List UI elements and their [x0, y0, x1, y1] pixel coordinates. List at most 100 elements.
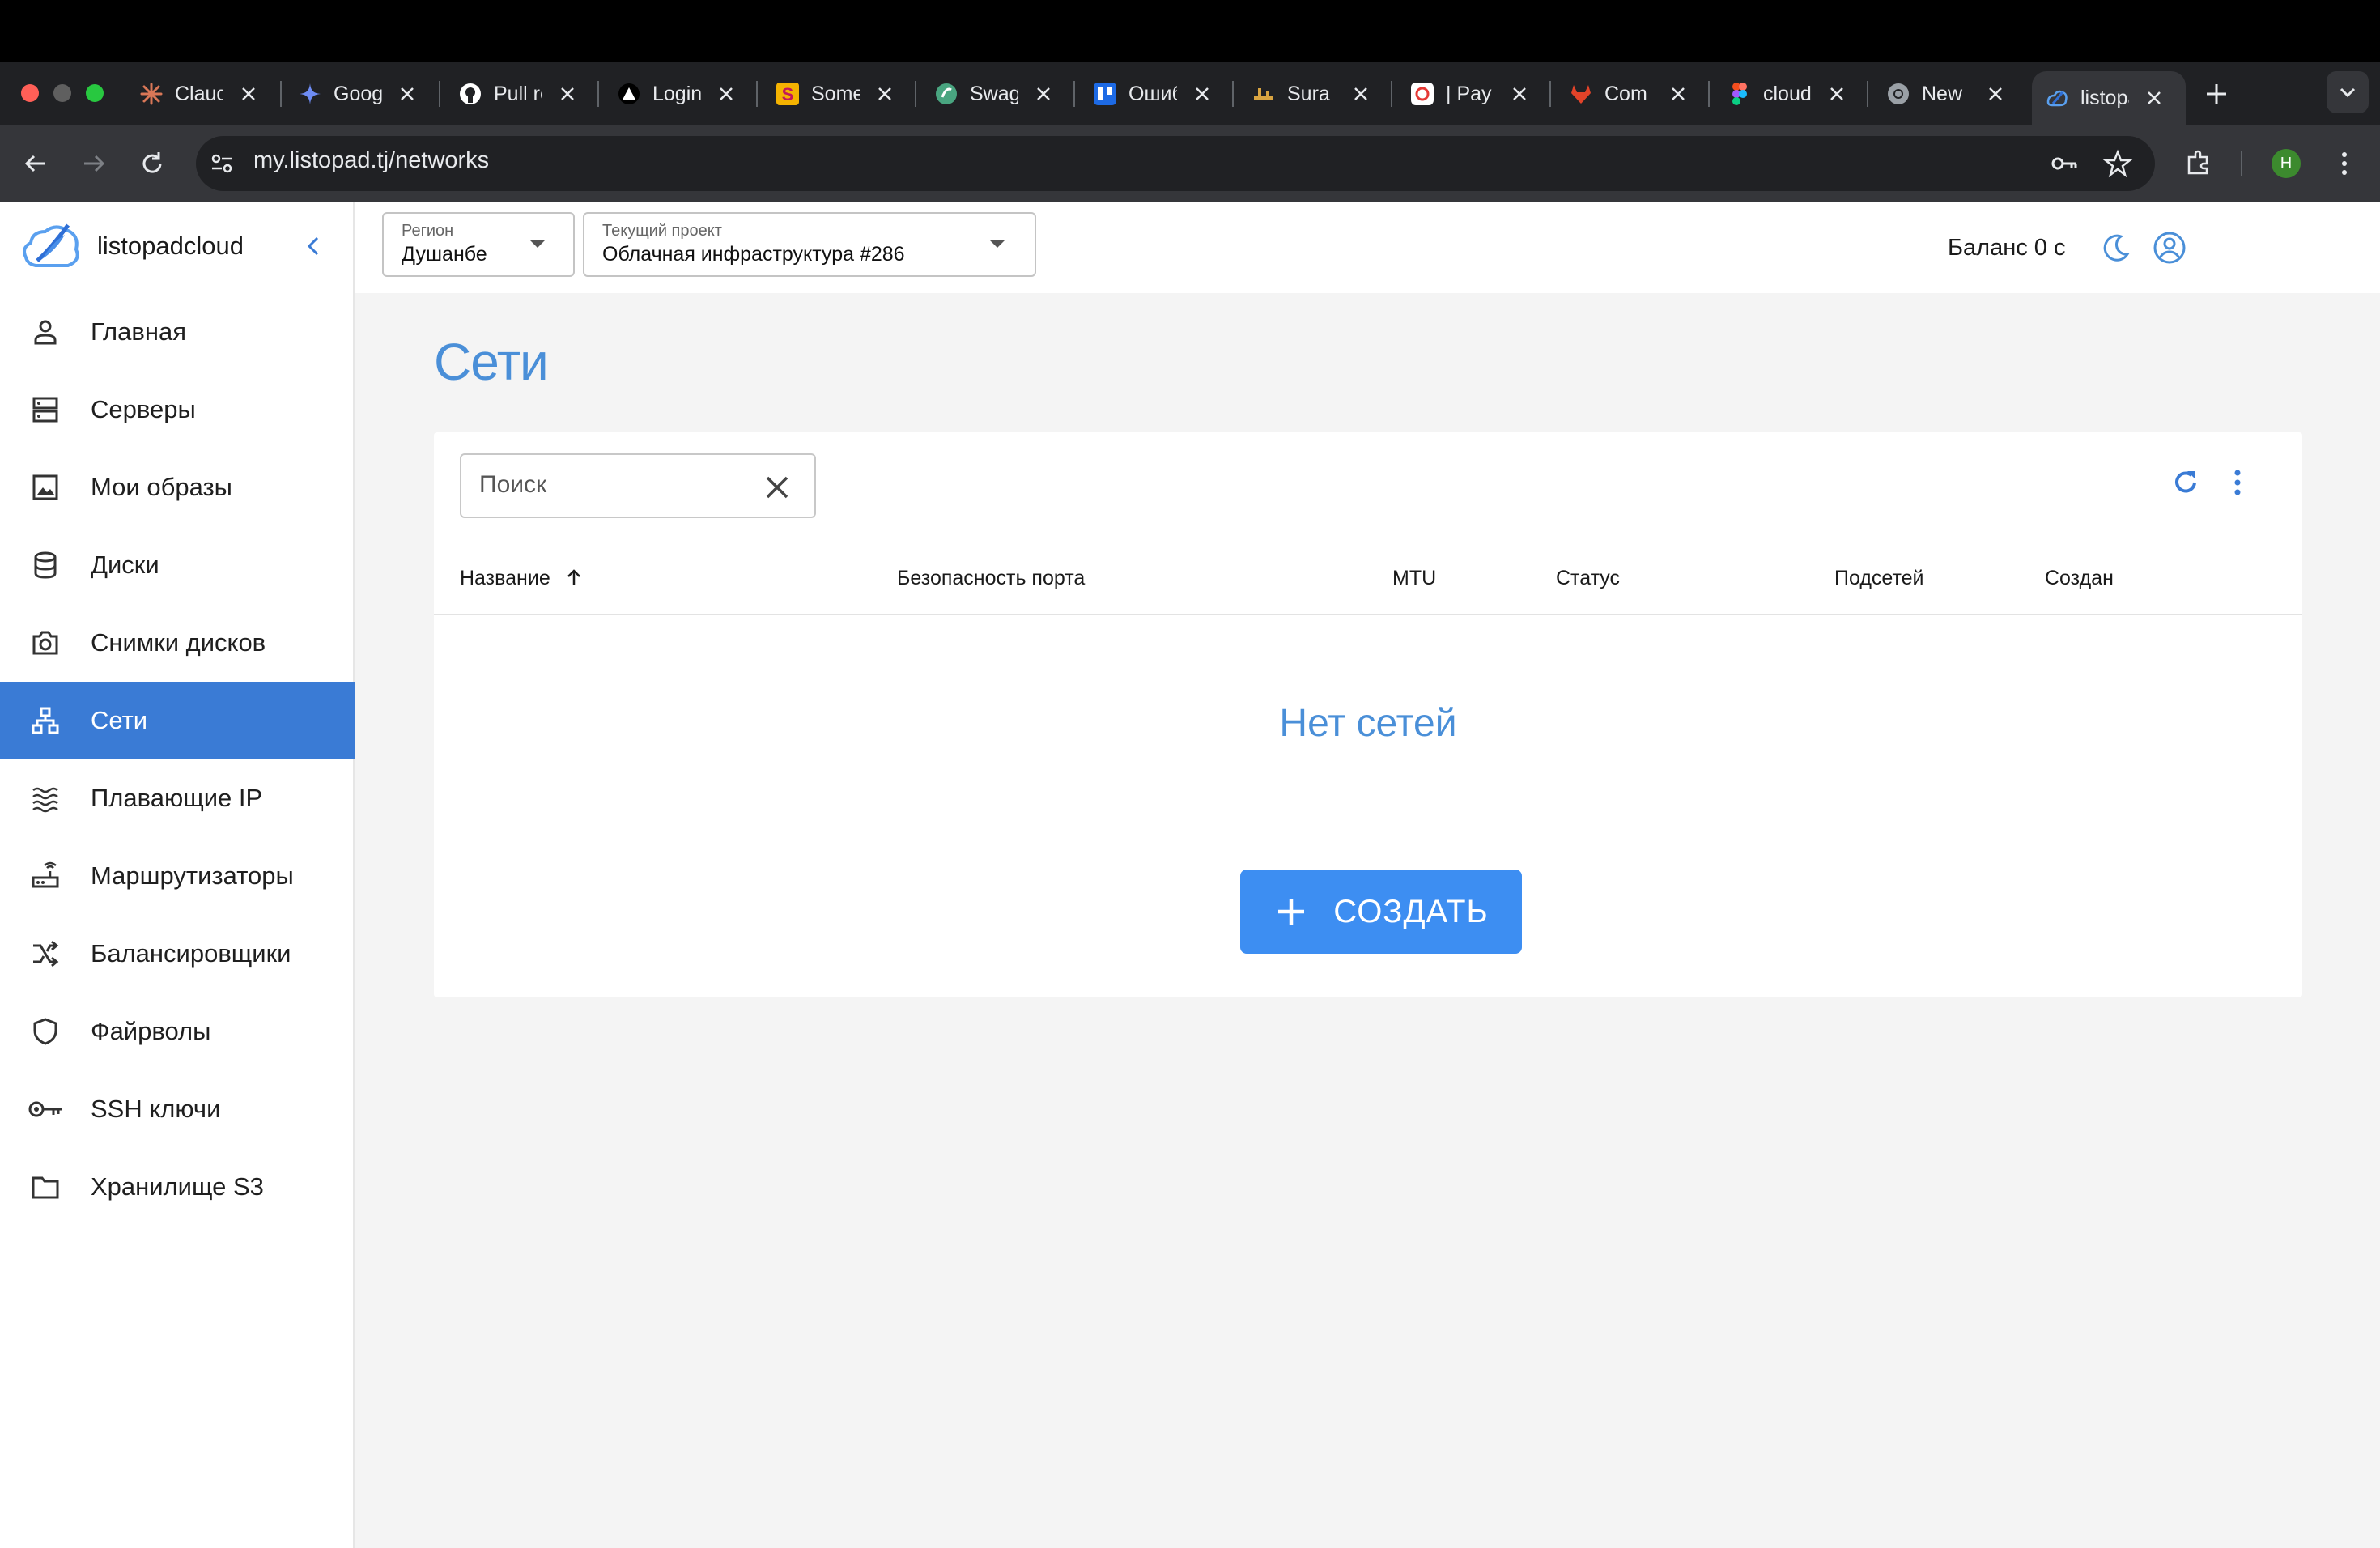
sidebar-item-home[interactable]: Главная: [0, 293, 355, 371]
tab-separator: [756, 81, 758, 107]
sidebar-item-label: Главная: [91, 317, 186, 346]
browser-tab[interactable]: | Pay: [1410, 71, 1528, 117]
sidebar-item-networks[interactable]: Сети: [0, 682, 355, 759]
sidebar-item-s3-storage[interactable]: Хранилище S3: [0, 1148, 355, 1226]
column-header-name[interactable]: Название: [460, 567, 584, 590]
tab-separator: [597, 81, 599, 107]
browser-tab[interactable]: Claude: [139, 71, 257, 117]
more-options-icon[interactable]: [2220, 465, 2255, 500]
sidebar-item-label: Диски: [91, 551, 159, 579]
chevron-down-icon: [2340, 87, 2356, 98]
sidebar-item-ssh-keys[interactable]: SSH ключи: [0, 1070, 355, 1148]
network-icon: [28, 703, 63, 738]
browser-tab[interactable]: Login: [617, 71, 735, 117]
close-tab-icon[interactable]: [1828, 85, 1846, 103]
address-bar[interactable]: [196, 136, 2155, 191]
servers-icon: [28, 392, 63, 427]
close-tab-icon[interactable]: [2145, 89, 2163, 107]
sidebar-item-routers[interactable]: Маршрутизаторы: [0, 837, 355, 915]
gitlab-icon: [1569, 82, 1593, 106]
browser-tab[interactable]: cloud: [1728, 71, 1846, 117]
close-tab-icon[interactable]: [559, 85, 576, 103]
browser-tab[interactable]: Ошибки: [1093, 71, 1211, 117]
person-icon: [28, 314, 63, 350]
app-root: listopadcloud Главная Серверы Мои образы…: [0, 202, 2380, 1548]
project-select[interactable]: Текущий проект Облачная инфраструктура #…: [583, 212, 1036, 277]
toolbar-separator: [2241, 151, 2242, 176]
collapse-sidebar-button[interactable]: [301, 233, 327, 259]
close-tab-icon[interactable]: [876, 85, 894, 103]
sidebar-item-label: Балансировщики: [91, 939, 291, 968]
page-title: Сети: [434, 333, 549, 391]
browser-tab[interactable]: Pull requests: [458, 71, 576, 117]
extensions-icon[interactable]: [2181, 146, 2216, 181]
triangle-icon: [617, 82, 641, 106]
browser-tab[interactable]: Google: [298, 71, 416, 117]
tab-search-button[interactable]: [2327, 71, 2369, 113]
maximize-window-button[interactable]: [86, 84, 104, 102]
close-tab-icon[interactable]: [1035, 85, 1052, 103]
close-tab-icon[interactable]: [240, 85, 257, 103]
back-button[interactable]: [18, 146, 53, 181]
swagger-icon: [934, 82, 958, 106]
sidebar-item-balancers[interactable]: Балансировщики: [0, 915, 355, 993]
dark-mode-toggle-icon[interactable]: [2098, 230, 2134, 266]
minimize-window-button[interactable]: [53, 84, 71, 102]
account-icon[interactable]: [2152, 230, 2187, 266]
trello-icon: [1093, 82, 1117, 106]
close-tab-icon[interactable]: [1193, 85, 1211, 103]
sidebar-item-images[interactable]: Мои образы: [0, 449, 355, 526]
browser-tab[interactable]: Com: [1569, 71, 1687, 117]
column-header-subnets[interactable]: Подсетей: [1834, 567, 1924, 590]
create-network-button[interactable]: СОЗДАТЬ: [1240, 870, 1522, 954]
sidebar-item-servers[interactable]: Серверы: [0, 371, 355, 449]
column-header-port-security[interactable]: Безопасность порта: [897, 567, 1085, 590]
browser-tab[interactable]: Sura: [1252, 71, 1370, 117]
router-icon: [28, 858, 63, 894]
database-icon: [28, 547, 63, 583]
close-tab-icon[interactable]: [1987, 85, 2004, 103]
browser-tab-active[interactable]: listopad: [2032, 71, 2186, 125]
new-tab-button[interactable]: [2199, 76, 2234, 112]
sidebar-item-label: Мои образы: [91, 473, 232, 501]
profile-avatar[interactable]: H: [2272, 149, 2301, 178]
close-tab-icon[interactable]: [398, 85, 416, 103]
sidebar-item-label: Плавающие IP: [91, 784, 263, 812]
bookmark-star-icon[interactable]: [2100, 146, 2136, 181]
close-window-button[interactable]: [21, 84, 39, 102]
chrome-icon: [1886, 82, 1910, 106]
column-header-status[interactable]: Статус: [1556, 567, 1620, 590]
sidebar-item-label: Снимки дисков: [91, 628, 266, 657]
dropdown-arrow-icon: [529, 240, 546, 248]
sidebar-item-disks[interactable]: Диски: [0, 526, 355, 604]
sidebar-item-firewalls[interactable]: Файрволы: [0, 993, 355, 1070]
more-vert-icon[interactable]: [2327, 146, 2362, 181]
sort-ascending-icon: [567, 569, 580, 585]
region-select[interactable]: Регион Душанбе: [382, 212, 575, 277]
close-tab-icon[interactable]: [717, 85, 735, 103]
site-settings-icon[interactable]: [204, 146, 240, 181]
close-tab-icon[interactable]: [1352, 85, 1370, 103]
column-header-created[interactable]: Создан: [2045, 567, 2114, 590]
sidebar-item-snapshots[interactable]: Снимки дисков: [0, 604, 355, 682]
networks-card: Поиск Название Безопасность порта MTU Ст…: [434, 432, 2302, 997]
sura-icon: [1252, 82, 1276, 106]
close-tab-icon[interactable]: [1511, 85, 1528, 103]
close-tab-icon[interactable]: [1669, 85, 1687, 103]
region-value: Душанбе: [402, 243, 487, 266]
password-key-icon[interactable]: [2046, 146, 2082, 181]
sidebar-item-floating-ip[interactable]: Плавающие IP: [0, 759, 355, 837]
pay-icon: [1410, 82, 1434, 106]
refresh-icon[interactable]: [2168, 465, 2204, 500]
browser-tab[interactable]: New: [1886, 71, 2004, 117]
svg-text:S: S: [782, 84, 794, 104]
clear-search-icon[interactable]: [761, 471, 793, 504]
reload-button[interactable]: [134, 146, 170, 181]
sidebar-item-label: Сети: [91, 706, 148, 734]
browser-tab[interactable]: Swagger: [934, 71, 1052, 117]
search-input[interactable]: Поиск: [460, 453, 816, 518]
forward-button[interactable]: [76, 146, 112, 181]
tab-separator: [1867, 81, 1868, 107]
browser-tab[interactable]: S Some: [776, 71, 894, 117]
column-header-mtu[interactable]: MTU: [1392, 567, 1436, 590]
